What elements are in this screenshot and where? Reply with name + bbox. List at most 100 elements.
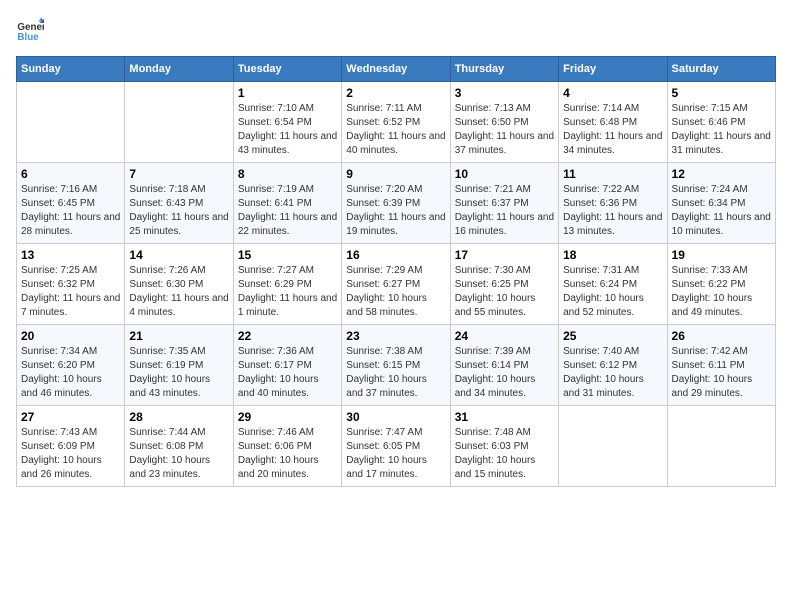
day-info: Sunrise: 7:40 AM Sunset: 6:12 PM Dayligh… <box>563 345 662 401</box>
day-header-sunday: Sunday <box>17 57 125 82</box>
day-header-monday: Monday <box>125 57 233 82</box>
day-info: Sunrise: 7:47 AM Sunset: 6:05 PM Dayligh… <box>346 426 445 482</box>
calendar-cell: 8 Sunrise: 7:19 AM Sunset: 6:41 PM Daylig… <box>233 163 341 244</box>
day-number: 11 <box>563 167 662 181</box>
calendar-cell: 30 Sunrise: 7:47 AM Sunset: 6:05 PM Dayli… <box>342 406 450 487</box>
calendar-cell: 29Sunrise: 7:46 AM Sunset: 6:06 PM Dayli… <box>233 406 341 487</box>
calendar-cell: 6 Sunrise: 7:16 AM Sunset: 6:45 PM Daylig… <box>17 163 125 244</box>
day-info: Sunrise: 7:10 AM Sunset: 6:54 PM Dayligh… <box>238 102 337 158</box>
calendar-cell: 1 Sunrise: 7:10 AM Sunset: 6:54 PM Daylig… <box>233 82 341 163</box>
day-number: 30 <box>346 410 445 424</box>
page-header: General Blue <box>16 16 776 44</box>
day-info: Sunrise: 7:34 AM Sunset: 6:20 PM Dayligh… <box>21 345 120 401</box>
calendar-cell: 28 Sunrise: 7:44 AM Sunset: 6:08 PM Dayli… <box>125 406 233 487</box>
day-number: 2 <box>346 86 445 100</box>
day-header-friday: Friday <box>559 57 667 82</box>
calendar-cell: 19 Sunrise: 7:33 AM Sunset: 6:22 PM Dayli… <box>667 244 775 325</box>
calendar-cell: 12 Sunrise: 7:24 AM Sunset: 6:34 PM Dayli… <box>667 163 775 244</box>
day-info: Sunrise: 7:33 AM Sunset: 6:22 PM Dayligh… <box>672 264 771 320</box>
day-info: Sunrise: 7:48 AM Sunset: 6:03 PM Dayligh… <box>455 426 554 482</box>
day-number: 31 <box>455 410 554 424</box>
calendar-cell: 15 Sunrise: 7:27 AM Sunset: 6:29 PM Dayli… <box>233 244 341 325</box>
day-number: 7 <box>129 167 228 181</box>
calendar-header-row: SundayMondayTuesdayWednesdayThursdayFrid… <box>17 57 776 82</box>
day-number: 25 <box>563 329 662 343</box>
day-info: Sunrise: 7:13 AM Sunset: 6:50 PM Dayligh… <box>455 102 554 158</box>
calendar-cell: 21 Sunrise: 7:35 AM Sunset: 6:19 PM Dayli… <box>125 325 233 406</box>
calendar-cell: 22Sunrise: 7:36 AM Sunset: 6:17 PM Dayli… <box>233 325 341 406</box>
calendar-week-row: 27 Sunrise: 7:43 AM Sunset: 6:09 PM Dayli… <box>17 406 776 487</box>
day-info: Sunrise: 7:35 AM Sunset: 6:19 PM Dayligh… <box>129 345 228 401</box>
day-info: Sunrise: 7:38 AM Sunset: 6:15 PM Dayligh… <box>346 345 445 401</box>
day-number: 6 <box>21 167 120 181</box>
calendar-cell: 18Sunrise: 7:31 AM Sunset: 6:24 PM Dayli… <box>559 244 667 325</box>
calendar-cell: 26 Sunrise: 7:42 AM Sunset: 6:11 PM Dayli… <box>667 325 775 406</box>
day-number: 29 <box>238 410 337 424</box>
day-number: 27 <box>21 410 120 424</box>
calendar-body: 1 Sunrise: 7:10 AM Sunset: 6:54 PM Daylig… <box>17 82 776 487</box>
day-info: Sunrise: 7:27 AM Sunset: 6:29 PM Dayligh… <box>238 264 337 320</box>
day-info: Sunrise: 7:39 AM Sunset: 6:14 PM Dayligh… <box>455 345 554 401</box>
day-info: Sunrise: 7:30 AM Sunset: 6:25 PM Dayligh… <box>455 264 554 320</box>
day-number: 9 <box>346 167 445 181</box>
day-number: 8 <box>238 167 337 181</box>
calendar-cell: 13 Sunrise: 7:25 AM Sunset: 6:32 PM Dayli… <box>17 244 125 325</box>
day-number: 20 <box>21 329 120 343</box>
day-info: Sunrise: 7:22 AM Sunset: 6:36 PM Dayligh… <box>563 183 662 239</box>
calendar-cell <box>559 406 667 487</box>
day-info: Sunrise: 7:19 AM Sunset: 6:41 PM Dayligh… <box>238 183 337 239</box>
day-info: Sunrise: 7:42 AM Sunset: 6:11 PM Dayligh… <box>672 345 771 401</box>
calendar-cell: 9 Sunrise: 7:20 AM Sunset: 6:39 PM Daylig… <box>342 163 450 244</box>
day-number: 23 <box>346 329 445 343</box>
svg-text:Blue: Blue <box>17 32 39 43</box>
logo: General Blue <box>16 16 44 44</box>
day-header-tuesday: Tuesday <box>233 57 341 82</box>
day-number: 15 <box>238 248 337 262</box>
day-info: Sunrise: 7:20 AM Sunset: 6:39 PM Dayligh… <box>346 183 445 239</box>
day-number: 13 <box>21 248 120 262</box>
day-info: Sunrise: 7:18 AM Sunset: 6:43 PM Dayligh… <box>129 183 228 239</box>
calendar-cell <box>17 82 125 163</box>
calendar-cell: 5 Sunrise: 7:15 AM Sunset: 6:46 PM Daylig… <box>667 82 775 163</box>
calendar-table: SundayMondayTuesdayWednesdayThursdayFrid… <box>16 56 776 487</box>
day-number: 14 <box>129 248 228 262</box>
day-number: 18 <box>563 248 662 262</box>
day-info: Sunrise: 7:11 AM Sunset: 6:52 PM Dayligh… <box>346 102 445 158</box>
day-info: Sunrise: 7:24 AM Sunset: 6:34 PM Dayligh… <box>672 183 771 239</box>
calendar-cell: 4Sunrise: 7:14 AM Sunset: 6:48 PM Daylig… <box>559 82 667 163</box>
day-number: 22 <box>238 329 337 343</box>
calendar-cell: 7 Sunrise: 7:18 AM Sunset: 6:43 PM Daylig… <box>125 163 233 244</box>
day-info: Sunrise: 7:25 AM Sunset: 6:32 PM Dayligh… <box>21 264 120 320</box>
logo-icon: General Blue <box>16 16 44 44</box>
day-number: 5 <box>672 86 771 100</box>
day-number: 1 <box>238 86 337 100</box>
day-info: Sunrise: 7:29 AM Sunset: 6:27 PM Dayligh… <box>346 264 445 320</box>
day-number: 26 <box>672 329 771 343</box>
calendar-cell <box>667 406 775 487</box>
calendar-cell: 11 Sunrise: 7:22 AM Sunset: 6:36 PM Dayli… <box>559 163 667 244</box>
calendar-week-row: 20 Sunrise: 7:34 AM Sunset: 6:20 PM Dayli… <box>17 325 776 406</box>
day-number: 16 <box>346 248 445 262</box>
day-number: 24 <box>455 329 554 343</box>
day-number: 10 <box>455 167 554 181</box>
calendar-cell: 17 Sunrise: 7:30 AM Sunset: 6:25 PM Dayli… <box>450 244 558 325</box>
day-info: Sunrise: 7:44 AM Sunset: 6:08 PM Dayligh… <box>129 426 228 482</box>
day-info: Sunrise: 7:15 AM Sunset: 6:46 PM Dayligh… <box>672 102 771 158</box>
day-info: Sunrise: 7:16 AM Sunset: 6:45 PM Dayligh… <box>21 183 120 239</box>
day-header-saturday: Saturday <box>667 57 775 82</box>
day-number: 19 <box>672 248 771 262</box>
calendar-cell: 20 Sunrise: 7:34 AM Sunset: 6:20 PM Dayli… <box>17 325 125 406</box>
calendar-cell: 16 Sunrise: 7:29 AM Sunset: 6:27 PM Dayli… <box>342 244 450 325</box>
calendar-cell: 27 Sunrise: 7:43 AM Sunset: 6:09 PM Dayli… <box>17 406 125 487</box>
day-number: 21 <box>129 329 228 343</box>
day-info: Sunrise: 7:26 AM Sunset: 6:30 PM Dayligh… <box>129 264 228 320</box>
day-number: 3 <box>455 86 554 100</box>
day-info: Sunrise: 7:43 AM Sunset: 6:09 PM Dayligh… <box>21 426 120 482</box>
day-number: 28 <box>129 410 228 424</box>
day-header-wednesday: Wednesday <box>342 57 450 82</box>
calendar-cell: 24 Sunrise: 7:39 AM Sunset: 6:14 PM Dayli… <box>450 325 558 406</box>
day-number: 17 <box>455 248 554 262</box>
day-number: 12 <box>672 167 771 181</box>
calendar-cell <box>125 82 233 163</box>
calendar-cell: 23 Sunrise: 7:38 AM Sunset: 6:15 PM Dayli… <box>342 325 450 406</box>
